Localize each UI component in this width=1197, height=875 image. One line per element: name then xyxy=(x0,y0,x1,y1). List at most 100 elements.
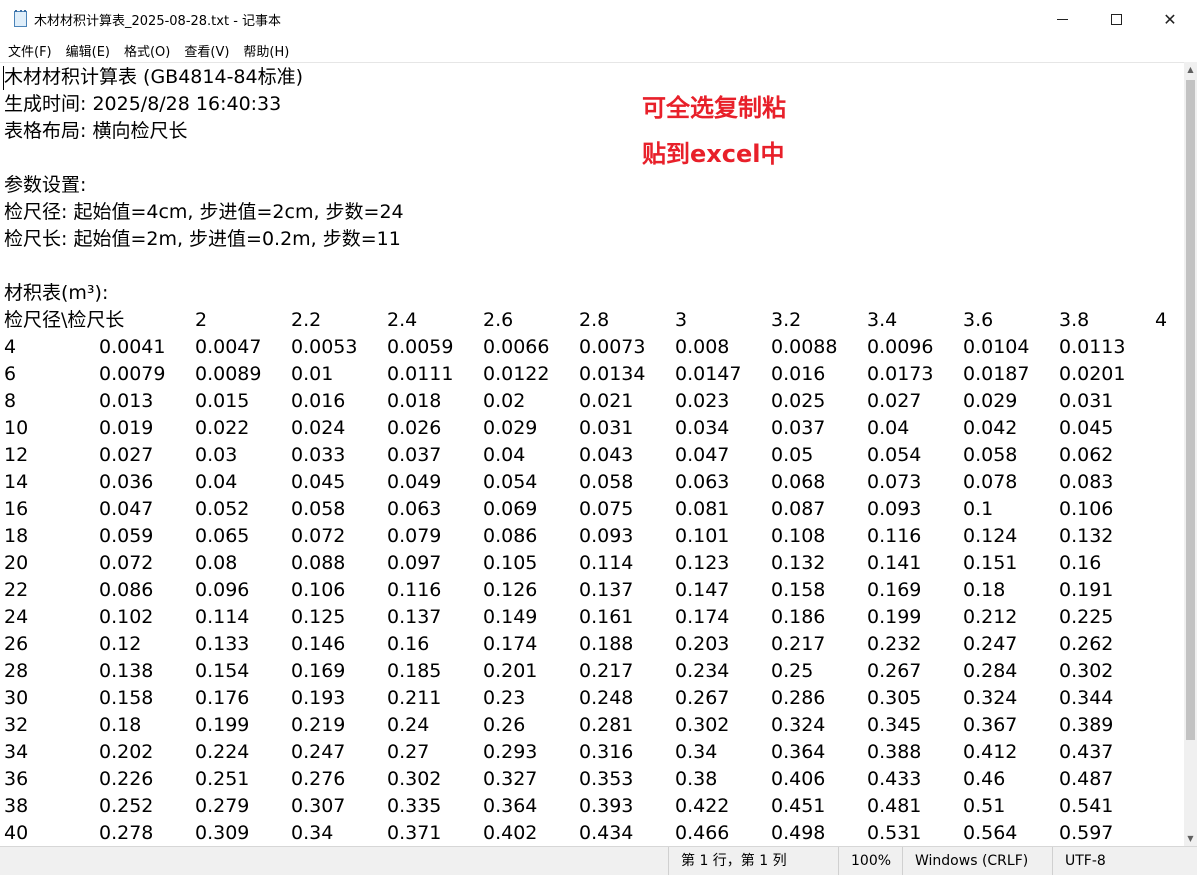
table-cell: 0.0096 xyxy=(867,336,934,358)
table-cell: 0.116 xyxy=(867,525,922,547)
table-cell: 0.24 xyxy=(387,714,430,736)
vertical-scrollbar[interactable]: ▲ ▼ xyxy=(1184,62,1197,846)
table-cell: 0.132 xyxy=(1059,525,1114,547)
table-row-diameter: 14 xyxy=(4,471,29,493)
table-row-diameter: 4 xyxy=(4,336,17,358)
table-cell: 0.293 xyxy=(483,741,538,763)
table-cell: 0.023 xyxy=(675,390,730,412)
table-cell: 0.0053 xyxy=(291,336,358,358)
table-header-cell: 3 xyxy=(675,309,688,331)
table-cell: 0.05 xyxy=(771,444,814,466)
table-cell: 0.019 xyxy=(99,417,154,439)
table-cell: 0.063 xyxy=(675,471,730,493)
close-icon: ✕ xyxy=(1163,9,1177,29)
table-header-cell: 3.8 xyxy=(1059,309,1090,331)
table-cell: 0.174 xyxy=(675,606,730,628)
table-cell: 0.0111 xyxy=(387,363,454,385)
table-row-diameter: 40 xyxy=(4,822,29,844)
table-cell: 0.324 xyxy=(771,714,826,736)
table-cell: 0.036 xyxy=(99,471,154,493)
table-cell: 0.073 xyxy=(867,471,922,493)
table-row-diameter: 12 xyxy=(4,444,29,466)
table-row-diameter: 34 xyxy=(4,741,29,763)
table-cell: 0.114 xyxy=(579,552,634,574)
table-cell: 0.047 xyxy=(99,498,154,520)
table-cell: 0.51 xyxy=(963,795,1006,817)
table-cell: 0.18 xyxy=(963,579,1006,601)
table-cell: 0.531 xyxy=(867,822,922,844)
table-cell: 0.147 xyxy=(675,579,730,601)
table-cell: 0.065 xyxy=(195,525,250,547)
table-cell: 0.23 xyxy=(483,687,526,709)
table-cell: 0.106 xyxy=(291,579,346,601)
table-header-cell: 4 xyxy=(1155,309,1168,331)
table-cell: 0.0047 xyxy=(195,336,262,358)
table-cell: 0.045 xyxy=(291,471,346,493)
table-cell: 0.027 xyxy=(867,390,922,412)
table-cell: 0.0088 xyxy=(771,336,838,358)
table-cell: 0.226 xyxy=(99,768,154,790)
scroll-up-icon[interactable]: ▲ xyxy=(1186,65,1195,74)
table-cell: 0.327 xyxy=(483,768,538,790)
table-cell: 0.069 xyxy=(483,498,538,520)
table-row-diameter: 36 xyxy=(4,768,29,790)
menu-help[interactable]: 帮助(H) xyxy=(235,41,295,60)
text-editor[interactable]: 木材材积计算表 (GB4814-84标准) 生成时间: 2025/8/28 16:… xyxy=(0,62,1184,846)
table-cell: 0.335 xyxy=(387,795,442,817)
scroll-down-icon[interactable]: ▼ xyxy=(1186,834,1195,843)
table-cell: 0.199 xyxy=(195,714,250,736)
table-cell: 0.054 xyxy=(867,444,922,466)
table-cell: 0.033 xyxy=(291,444,346,466)
table-cell: 0.149 xyxy=(483,606,538,628)
table-cell: 0.086 xyxy=(99,579,154,601)
table-cell: 0.123 xyxy=(675,552,730,574)
table-cell: 0.108 xyxy=(771,525,826,547)
table-cell: 0.072 xyxy=(291,525,346,547)
table-cell: 0.247 xyxy=(291,741,346,763)
table-cell: 0.137 xyxy=(387,606,442,628)
menu-file[interactable]: 文件(F) xyxy=(0,41,58,60)
table-cell: 0.224 xyxy=(195,741,250,763)
encoding: UTF-8 xyxy=(1052,847,1197,875)
table-cell: 0.251 xyxy=(195,768,250,790)
table-cell: 0.364 xyxy=(483,795,538,817)
title-bar[interactable]: 木材材积计算表_2025-08-28.txt - 记事本 ✕ xyxy=(0,0,1197,38)
table-cell: 0.054 xyxy=(483,471,538,493)
table-row-diameter: 26 xyxy=(4,633,29,655)
table-cell: 0.083 xyxy=(1059,471,1114,493)
close-button[interactable]: ✕ xyxy=(1143,0,1197,38)
table-cell: 0.0041 xyxy=(99,336,166,358)
table-cell: 0.02 xyxy=(483,390,526,412)
table-cell: 0.284 xyxy=(963,660,1018,682)
table-cell: 0.16 xyxy=(387,633,430,655)
table-cell: 0.267 xyxy=(867,660,922,682)
table-cell: 0.541 xyxy=(1059,795,1114,817)
table-cell: 0.0066 xyxy=(483,336,550,358)
table-cell: 0.402 xyxy=(483,822,538,844)
menu-view[interactable]: 查看(V) xyxy=(176,41,235,60)
table-cell: 0.302 xyxy=(675,714,730,736)
scrollbar-thumb[interactable] xyxy=(1186,80,1195,740)
table-cell: 0.186 xyxy=(771,606,826,628)
table-cell: 0.201 xyxy=(483,660,538,682)
table-cell: 0.137 xyxy=(579,579,634,601)
table-cell: 0.487 xyxy=(1059,768,1114,790)
maximize-button[interactable] xyxy=(1089,0,1143,38)
table-cell: 0.0089 xyxy=(195,363,262,385)
table-cell: 0.278 xyxy=(99,822,154,844)
table-cell: 0.262 xyxy=(1059,633,1114,655)
table-cell: 0.344 xyxy=(1059,687,1114,709)
table-row-diameter: 18 xyxy=(4,525,29,547)
table-cell: 0.081 xyxy=(675,498,730,520)
table-cell: 0.307 xyxy=(291,795,346,817)
menu-format[interactable]: 格式(O) xyxy=(116,41,176,60)
table-cell: 0.191 xyxy=(1059,579,1114,601)
table-cell: 0.026 xyxy=(387,417,442,439)
table-cell: 0.049 xyxy=(387,471,442,493)
table-header-cell: 2.2 xyxy=(291,309,322,331)
table-cell: 0.234 xyxy=(675,660,730,682)
minimize-button[interactable] xyxy=(1035,0,1089,38)
table-cell: 0.203 xyxy=(675,633,730,655)
table-cell: 0.04 xyxy=(483,444,526,466)
menu-edit[interactable]: 编辑(E) xyxy=(58,41,116,60)
